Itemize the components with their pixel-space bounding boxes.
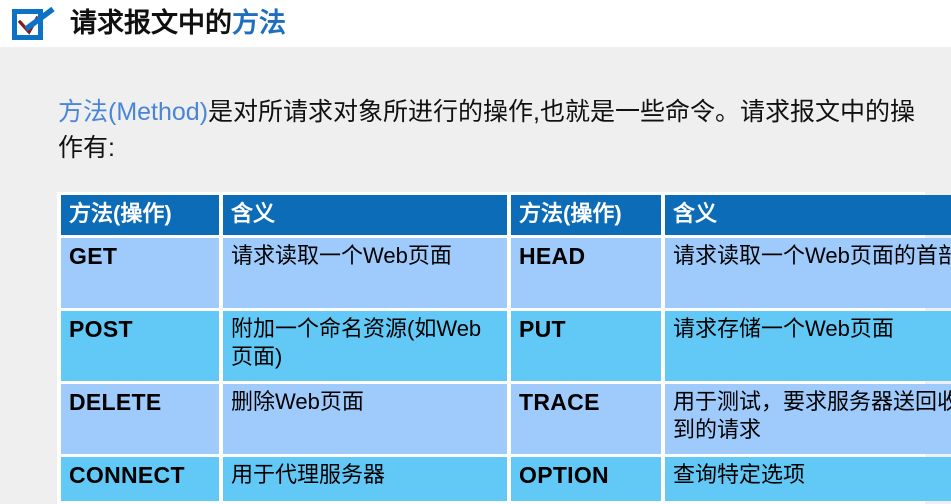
header-meaning-right: 含义 bbox=[665, 195, 951, 235]
table-row: DELETE 删除Web页面 TRACE 用于测试，要求服务器送回收到的请求 bbox=[61, 384, 951, 454]
cell-method-get: GET bbox=[61, 238, 219, 308]
intro-accent-term: 方法(Method) bbox=[58, 98, 209, 126]
table-row: GET 请求读取一个Web页面 HEAD 请求读取一个Web页面的首部 bbox=[61, 238, 951, 308]
cell-method-trace: TRACE bbox=[511, 384, 661, 454]
cell-meaning-option: 查询特定选项 bbox=[665, 457, 951, 501]
cell-method-delete: DELETE bbox=[61, 384, 219, 454]
cell-method-head: HEAD bbox=[511, 238, 661, 308]
table-row: POST 附加一个命名资源(如Web页面) PUT 请求存储一个Web页面 bbox=[61, 311, 951, 381]
cell-method-put: PUT bbox=[511, 311, 661, 381]
cell-method-option: OPTION bbox=[511, 457, 661, 501]
cell-meaning-delete: 删除Web页面 bbox=[223, 384, 507, 454]
checkbox-check-icon bbox=[12, 6, 55, 40]
cell-meaning-head: 请求读取一个Web页面的首部 bbox=[665, 238, 951, 308]
cell-meaning-put: 请求存储一个Web页面 bbox=[665, 311, 951, 381]
page-title-accent: 方法 bbox=[232, 8, 286, 38]
table-body: GET 请求读取一个Web页面 HEAD 请求读取一个Web页面的首部 POST… bbox=[61, 238, 951, 501]
header-method-right: 方法(操作) bbox=[511, 195, 661, 235]
table-row: CONNECT 用于代理服务器 OPTION 查询特定选项 bbox=[61, 457, 951, 501]
cell-method-connect: CONNECT bbox=[61, 457, 219, 501]
cell-meaning-post: 附加一个命名资源(如Web页面) bbox=[223, 311, 507, 381]
cell-meaning-get: 请求读取一个Web页面 bbox=[223, 238, 507, 308]
cell-meaning-trace: 用于测试，要求服务器送回收到的请求 bbox=[665, 384, 951, 454]
header-method-left: 方法(操作) bbox=[61, 195, 219, 235]
table-header-row: 方法(操作) 含义 方法(操作) 含义 bbox=[61, 195, 951, 235]
cell-method-post: POST bbox=[61, 311, 219, 381]
table-header: 方法(操作) 含义 方法(操作) 含义 bbox=[61, 195, 951, 235]
header-meaning-left: 含义 bbox=[223, 195, 507, 235]
cell-meaning-connect: 用于代理服务器 bbox=[223, 457, 507, 501]
slide-title-bar: 请求报文中的方法 bbox=[0, 0, 951, 47]
methods-table: 方法(操作) 含义 方法(操作) 含义 GET 请求读取一个Web页面 HEAD… bbox=[57, 192, 951, 504]
intro-paragraph: 方法(Method)是对所请求对象所进行的操作,也就是一些命令。请求报文中的操作… bbox=[58, 95, 938, 166]
page-title: 请求报文中的方法 bbox=[70, 10, 286, 37]
methods-table-container: 方法(操作) 含义 方法(操作) 含义 GET 请求读取一个Web页面 HEAD… bbox=[57, 192, 951, 504]
page-title-prefix: 请求报文中的 bbox=[70, 8, 232, 38]
